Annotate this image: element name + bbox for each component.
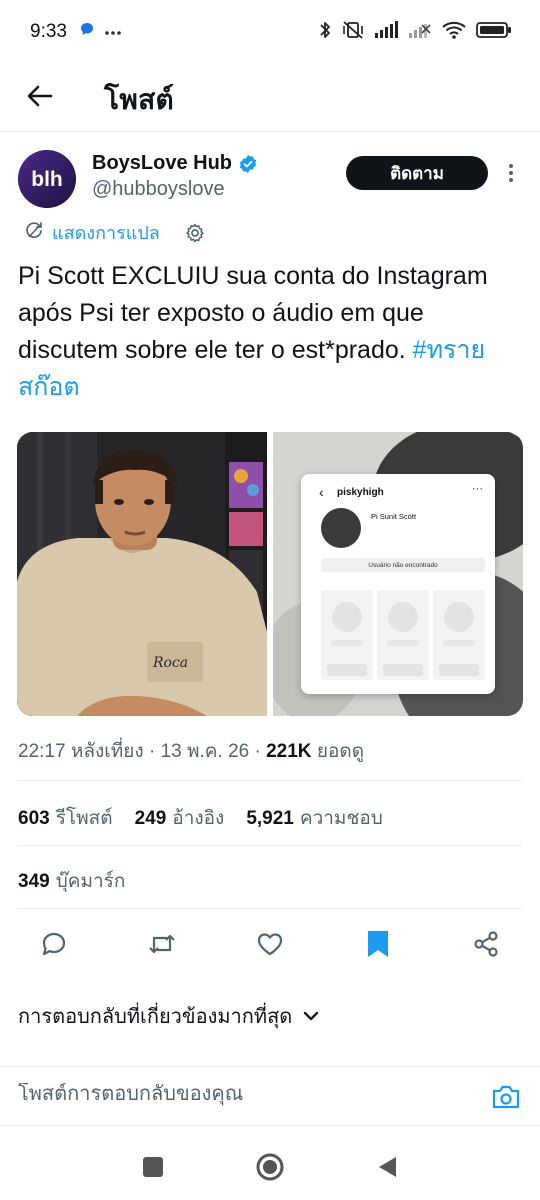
follow-button[interactable]: ติดตาม xyxy=(346,156,488,190)
chat-bubble-notification-icon xyxy=(80,22,94,41)
divider xyxy=(18,845,522,846)
translate-row: แสดงการแปล xyxy=(24,218,206,247)
svg-text:Roca: Roca xyxy=(152,655,188,671)
reply-icon xyxy=(42,932,66,956)
back-nav-button[interactable] xyxy=(372,1152,402,1182)
person-photo: Roca xyxy=(17,432,267,716)
likes-stat[interactable]: 5,921 ความชอบ xyxy=(246,803,383,833)
divider xyxy=(18,908,522,909)
cell-signal-icon xyxy=(408,21,432,44)
bluetooth-icon xyxy=(318,20,332,45)
camera-icon xyxy=(492,1085,520,1109)
tweet-meta: 22:17 หลังเที่ยง · 13 พ.ค. 26 · 221K ยอด… xyxy=(18,741,365,762)
reply-button[interactable] xyxy=(32,922,76,966)
more-options-button[interactable] xyxy=(500,160,522,186)
quotes-stat[interactable]: 249 อ้างอิง xyxy=(135,803,225,833)
bookmarks-stat[interactable]: 349 บุ๊คมาร์ก xyxy=(18,866,125,896)
author-name[interactable]: BoysLove Hub xyxy=(92,152,232,175)
author-handle[interactable]: @hubboyslove xyxy=(92,178,225,201)
divider xyxy=(18,780,522,781)
tweet-date: 13 พ.ค. 26 xyxy=(160,741,250,762)
reply-compose-bar xyxy=(0,1066,540,1126)
avatar[interactable]: blh xyxy=(18,150,76,208)
more-vertical-icon xyxy=(509,164,513,182)
instagram-profile-card: ‹ piskyhigh ··· Pi Sunit Scott Usuário n… xyxy=(301,474,495,694)
engagement-stats: 603 รีโพสต์ 249 อ้างอิง 5,921 ความชอบ xyxy=(18,803,383,833)
instagram-display-name: Pi Sunit Scott xyxy=(371,512,417,521)
more-dots-icon: ··· xyxy=(472,483,483,495)
profile-avatar xyxy=(321,508,361,548)
home-button[interactable] xyxy=(255,1152,285,1182)
chevron-down-icon xyxy=(304,1011,319,1021)
media-image-instagram-screenshot[interactable]: ‹ piskyhigh ··· Pi Sunit Scott Usuário n… xyxy=(273,432,523,716)
verified-badge-icon xyxy=(239,154,257,173)
arrow-left-icon xyxy=(27,85,53,107)
translate-icon xyxy=(24,220,44,245)
square-icon xyxy=(143,1157,163,1177)
gear-icon[interactable] xyxy=(184,222,206,244)
replies-sort-dropdown[interactable]: การตอบกลับที่เกี่ยวข้องมากที่สุด xyxy=(18,1000,320,1032)
tweet-time: 22:17 หลังเที่ยง xyxy=(18,741,144,762)
reply-input[interactable] xyxy=(18,1083,458,1106)
bookmark-button[interactable] xyxy=(356,922,400,966)
triangle-back-icon xyxy=(379,1157,396,1177)
repost-button[interactable] xyxy=(140,922,184,966)
share-button[interactable] xyxy=(464,922,508,966)
suggestions-grid xyxy=(321,590,485,680)
replies-sort-label: การตอบกลับที่เกี่ยวข้องมากที่สุด xyxy=(18,1006,293,1028)
circle-home-icon xyxy=(256,1153,284,1181)
share-icon xyxy=(474,931,498,957)
status-time: 9:33 xyxy=(30,21,67,42)
show-translation-link[interactable]: แสดงการแปล xyxy=(52,218,160,247)
user-not-found-label: Usuário não encontrado xyxy=(321,558,485,572)
media-gallery: Roca ‹ piskyhigh ··· Pi Sunit Scott Usuá… xyxy=(17,432,523,716)
camera-button[interactable] xyxy=(490,1081,522,1113)
vibrate-off-icon xyxy=(342,20,364,45)
status-bar: 9:33 xyxy=(0,0,540,64)
recents-button[interactable] xyxy=(138,1152,168,1182)
like-icon xyxy=(257,933,283,956)
action-bar xyxy=(0,922,540,966)
page-title: โพสต์ xyxy=(104,84,174,115)
back-button[interactable] xyxy=(22,78,58,114)
more-dots-icon xyxy=(104,23,122,41)
repost-icon xyxy=(149,934,175,954)
svg-text:blh: blh xyxy=(31,168,63,191)
boyslove-hub-logo-icon: blh xyxy=(18,150,76,208)
tweet-text: Pi Scott EXCLUIU sua conta do Instagram … xyxy=(18,258,528,406)
cell-signal-icon xyxy=(374,21,398,44)
media-image-person[interactable]: Roca xyxy=(17,432,267,716)
like-button[interactable] xyxy=(248,922,292,966)
bookmark-icon xyxy=(368,931,388,957)
battery-icon xyxy=(476,21,512,44)
header: โพสต์ xyxy=(0,64,540,132)
chevron-left-icon: ‹ xyxy=(319,484,324,500)
views-label: ยอดดู xyxy=(316,741,365,762)
wifi-icon xyxy=(442,21,466,44)
views-count: 221K xyxy=(266,741,312,762)
reposts-stat[interactable]: 603 รีโพสต์ xyxy=(18,803,113,833)
system-nav-bar xyxy=(0,1134,540,1200)
instagram-username: piskyhigh xyxy=(337,487,384,498)
